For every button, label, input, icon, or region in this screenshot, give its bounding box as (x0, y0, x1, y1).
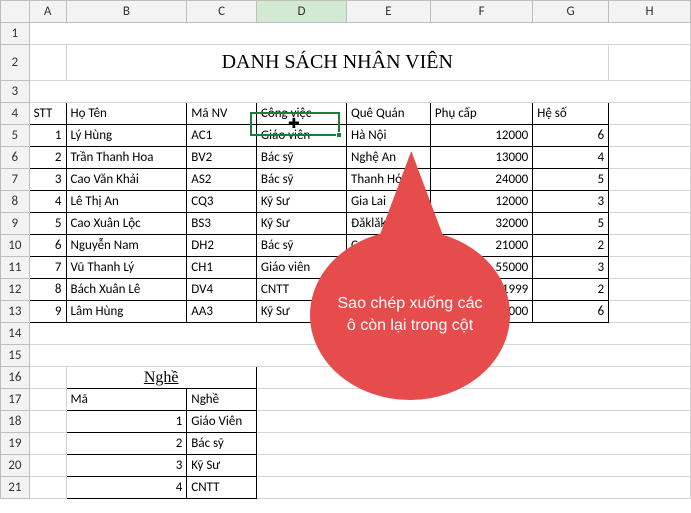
cell[interactable]: Nguyễn Nam (66, 235, 187, 257)
cell[interactable]: 5 (29, 213, 66, 235)
cell[interactable]: 2 (533, 279, 609, 301)
cell[interactable]: Bác sỹ (256, 147, 346, 169)
cell[interactable]: 6 (533, 301, 609, 323)
spreadsheet-view[interactable]: { "columns":["A","B","C","D","E","F","G"… (0, 0, 691, 513)
cell[interactable]: Giáo Viên (187, 411, 257, 433)
col-header-G[interactable]: G (533, 1, 609, 23)
cell[interactable]: CNTT (187, 477, 257, 499)
row-header[interactable]: 21 (1, 477, 30, 499)
col-header-C[interactable]: C (187, 1, 257, 23)
cell[interactable]: Kỹ Sư (187, 455, 257, 477)
cell[interactable]: Hà Nội (346, 125, 430, 147)
cell[interactable]: CQ3 (187, 191, 257, 213)
cell[interactable]: 12000 (430, 125, 532, 147)
col-header-E[interactable]: E (346, 1, 430, 23)
th-phucap[interactable]: Phụ cấp (430, 103, 532, 125)
col-header-H[interactable]: H (609, 1, 691, 23)
cell[interactable]: 5 (533, 169, 609, 191)
cell[interactable]: AC1 (187, 125, 257, 147)
row-header[interactable]: 11 (1, 257, 30, 279)
row-header[interactable]: 4 (1, 103, 30, 125)
cell[interactable]: Cao Văn Khải (66, 169, 187, 191)
cell[interactable]: Vũ Thanh Lý (66, 257, 187, 279)
row-header[interactable]: 7 (1, 169, 30, 191)
page-title: DANH SÁCH NHÂN VIÊN (66, 45, 609, 81)
col-header-A[interactable]: A (29, 1, 66, 23)
row-header[interactable]: 14 (1, 323, 30, 345)
callout-annotation: Sao chép xuống các ô còn lại trong cột (310, 200, 510, 400)
cell[interactable]: DV4 (187, 279, 257, 301)
row-header[interactable]: 19 (1, 433, 30, 455)
cell[interactable]: 9 (29, 301, 66, 323)
row-header[interactable]: 17 (1, 389, 30, 411)
row-header[interactable]: 13 (1, 301, 30, 323)
sub-title: Nghề (66, 367, 256, 389)
cell[interactable]: 1 (29, 125, 66, 147)
row-header[interactable]: 15 (1, 345, 30, 367)
cell[interactable]: Trần Thanh Hoa (66, 147, 187, 169)
cell[interactable]: 4 (533, 147, 609, 169)
th-heso[interactable]: Hệ số (533, 103, 609, 125)
row-header[interactable]: 12 (1, 279, 30, 301)
cell[interactable]: 1 (66, 411, 187, 433)
row-header[interactable]: 1 (1, 23, 30, 45)
cell[interactable]: 3 (533, 257, 609, 279)
row-header[interactable]: 9 (1, 213, 30, 235)
cell[interactable]: BV2 (187, 147, 257, 169)
sub-th-nghe[interactable]: Nghề (187, 389, 257, 411)
cell[interactable]: 5 (533, 213, 609, 235)
cell[interactable]: BS3 (187, 213, 257, 235)
cell[interactable]: DH2 (187, 235, 257, 257)
col-header-D[interactable]: D (256, 1, 346, 23)
th-manv[interactable]: Mã NV (187, 103, 257, 125)
cell[interactable]: 7 (29, 257, 66, 279)
cell[interactable]: 2 (533, 235, 609, 257)
row-header[interactable]: 18 (1, 411, 30, 433)
th-hoten[interactable]: Họ Tên (66, 103, 187, 125)
cell[interactable]: Bác sỹ (256, 169, 346, 191)
callout-text: Sao chép xuống các ô còn lại trong cột (310, 230, 510, 400)
select-all-corner[interactable] (1, 1, 30, 23)
cell[interactable]: Bách Xuân Lê (66, 279, 187, 301)
cell[interactable]: 4 (66, 477, 187, 499)
cell[interactable]: AS2 (187, 169, 257, 191)
cell[interactable]: Lê Thị An (66, 191, 187, 213)
cell[interactable]: 6 (29, 235, 66, 257)
cell[interactable]: CH1 (187, 257, 257, 279)
col-header-F[interactable]: F (430, 1, 532, 23)
row-header[interactable]: 20 (1, 455, 30, 477)
cell[interactable]: Lý Hùng (66, 125, 187, 147)
cell[interactable]: 6 (533, 125, 609, 147)
col-header-B[interactable]: B (66, 1, 187, 23)
row-header[interactable]: 8 (1, 191, 30, 213)
row-header[interactable]: 2 (1, 45, 30, 81)
th-congviec[interactable]: Công việc (256, 103, 346, 125)
fill-handle[interactable] (336, 132, 342, 138)
cell[interactable]: 4 (29, 191, 66, 213)
cell-selected[interactable]: Giáo viên (256, 125, 346, 147)
cell[interactable]: 2 (29, 147, 66, 169)
row-header[interactable]: 3 (1, 81, 30, 103)
cell[interactable]: AA3 (187, 301, 257, 323)
cell[interactable]: 3 (66, 455, 187, 477)
cell[interactable]: 3 (533, 191, 609, 213)
cell[interactable]: Bác sỹ (187, 433, 257, 455)
cell[interactable]: Cao Xuân Lộc (66, 213, 187, 235)
sub-th-ma[interactable]: Mã (66, 389, 187, 411)
th-quequan[interactable]: Quê Quán (346, 103, 430, 125)
cell[interactable]: Lâm Hùng (66, 301, 187, 323)
cell[interactable]: 8 (29, 279, 66, 301)
row-header[interactable]: 10 (1, 235, 30, 257)
row-header[interactable]: 5 (1, 125, 30, 147)
cell[interactable]: 2 (66, 433, 187, 455)
cell[interactable]: 3 (29, 169, 66, 191)
th-stt[interactable]: STT (29, 103, 66, 125)
row-header[interactable]: 16 (1, 367, 30, 389)
row-header[interactable]: 6 (1, 147, 30, 169)
